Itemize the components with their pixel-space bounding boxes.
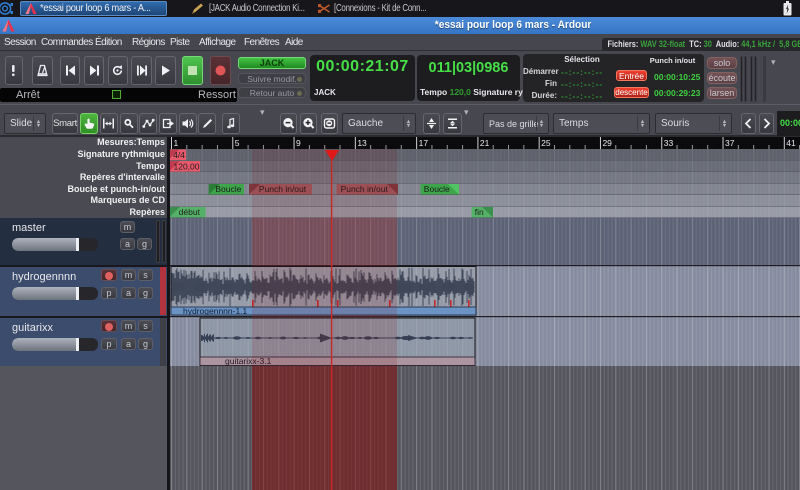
svg-text:21: 21 xyxy=(480,138,490,148)
svg-text:1: 1 xyxy=(174,138,179,148)
svg-text:fin: fin xyxy=(475,207,484,217)
svg-text:37: 37 xyxy=(725,138,735,148)
svg-text:Boucle: Boucle xyxy=(424,184,450,194)
svg-text:13: 13 xyxy=(357,138,367,148)
svg-text:33: 33 xyxy=(664,138,674,148)
svg-text:4/4: 4/4 xyxy=(173,150,185,160)
svg-text:9: 9 xyxy=(296,138,301,148)
svg-text:17: 17 xyxy=(419,138,429,148)
svg-text:hydrogennnn-1.1: hydrogennnn-1.1 xyxy=(183,306,248,316)
svg-text:120,00: 120,00 xyxy=(174,161,200,171)
svg-text:25: 25 xyxy=(541,138,551,148)
svg-text:41: 41 xyxy=(786,138,796,148)
svg-text:Boucle: Boucle xyxy=(215,184,241,194)
svg-text:début: début xyxy=(179,207,201,217)
svg-text:29: 29 xyxy=(602,138,612,148)
svg-text:5: 5 xyxy=(235,138,240,148)
